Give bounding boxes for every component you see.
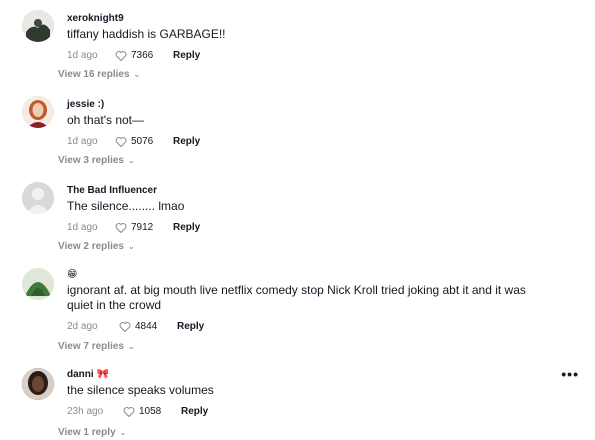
like-button[interactable]: 1058 [123,406,181,417]
view-replies-label: View 16 replies [58,69,130,80]
comment-body: xeroknight9 tiffany haddish is GARBAGE!!… [67,12,555,62]
comment-text: oh that's not— [67,113,145,127]
like-button[interactable]: 4844 [119,321,177,332]
username[interactable]: The Bad Influencer [67,184,555,197]
view-replies-label: View 7 replies [58,341,124,352]
view-replies-button[interactable]: View 7 replies ⌄ [58,341,135,352]
reply-button[interactable]: Reply [177,321,204,332]
chevron-down-icon: ⌄ [133,70,141,79]
comment-meta: 1d ago 7912 Reply [67,220,555,234]
username[interactable]: xeroknight9 [67,12,555,25]
comment-date: 1d ago [67,135,98,147]
comment-body: The Bad Influencer The silence........ l… [67,184,555,234]
username[interactable]: jessie :) [67,98,555,111]
comment-date: 1d ago [67,49,98,61]
like-count: 7366 [131,49,154,61]
comment-body: danni 🎀 the silence speaks volumes 23h a… [67,368,555,418]
comment-text: ignorant af. at big mouth live netflix c… [67,283,526,312]
chevron-down-icon: ⌄ [119,428,127,437]
view-replies-button[interactable]: View 16 replies ⌄ [58,69,140,80]
comment-body: jessie :) oh that's not— 1d ago 5076 Rep… [67,98,555,148]
more-options-icon[interactable]: ••• [561,366,579,382]
comment-meta: 2d ago 4844 Reply [67,319,555,333]
avatar[interactable] [22,10,54,42]
heart-icon [115,50,127,61]
like-button[interactable]: 7366 [115,50,173,61]
heart-icon [115,136,127,147]
view-replies-label: View 1 reply [58,427,116,438]
avatar[interactable] [22,182,54,214]
avatar[interactable] [22,96,54,128]
view-replies-label: View 2 replies [58,241,124,252]
reply-button[interactable]: Reply [173,50,200,61]
chevron-down-icon: ⌄ [127,156,135,165]
comment-meta: 1d ago 5076 Reply [67,134,555,148]
view-replies-button[interactable]: View 1 reply ⌄ [58,427,126,438]
chevron-down-icon: ⌄ [127,242,135,251]
like-button[interactable]: 5076 [115,136,173,147]
comment-meta: 23h ago 1058 Reply [67,404,555,418]
comment-body: 😁 ignorant af. at big mouth live netflix… [67,268,555,333]
avatar[interactable] [22,368,54,400]
comment-date: 1d ago [67,221,98,233]
like-count: 4844 [135,320,158,332]
heart-icon [123,406,135,417]
like-count: 1058 [139,405,162,417]
reply-button[interactable]: Reply [173,222,200,233]
like-count: 7912 [131,221,154,233]
comment-date: 23h ago [67,405,104,417]
comment-meta: 1d ago 7366 Reply [67,48,555,62]
heart-icon [119,321,131,332]
like-count: 5076 [131,135,154,147]
reply-button[interactable]: Reply [181,406,208,417]
comment-date: 2d ago [67,320,98,332]
reply-button[interactable]: Reply [173,136,200,147]
comment-text: The silence........ lmao [67,199,185,213]
view-replies-button[interactable]: View 2 replies ⌄ [58,241,135,252]
avatar[interactable] [22,268,54,300]
view-replies-label: View 3 replies [58,155,124,166]
comment-text: the silence speaks volumes [67,383,214,397]
like-button[interactable]: 7912 [115,222,173,233]
username[interactable]: 😁 [67,268,555,281]
heart-icon [115,222,127,233]
chevron-down-icon: ⌄ [127,342,135,351]
comment-text: tiffany haddish is GARBAGE!! [67,27,226,41]
view-replies-button[interactable]: View 3 replies ⌄ [58,155,135,166]
username[interactable]: danni 🎀 [67,368,555,381]
